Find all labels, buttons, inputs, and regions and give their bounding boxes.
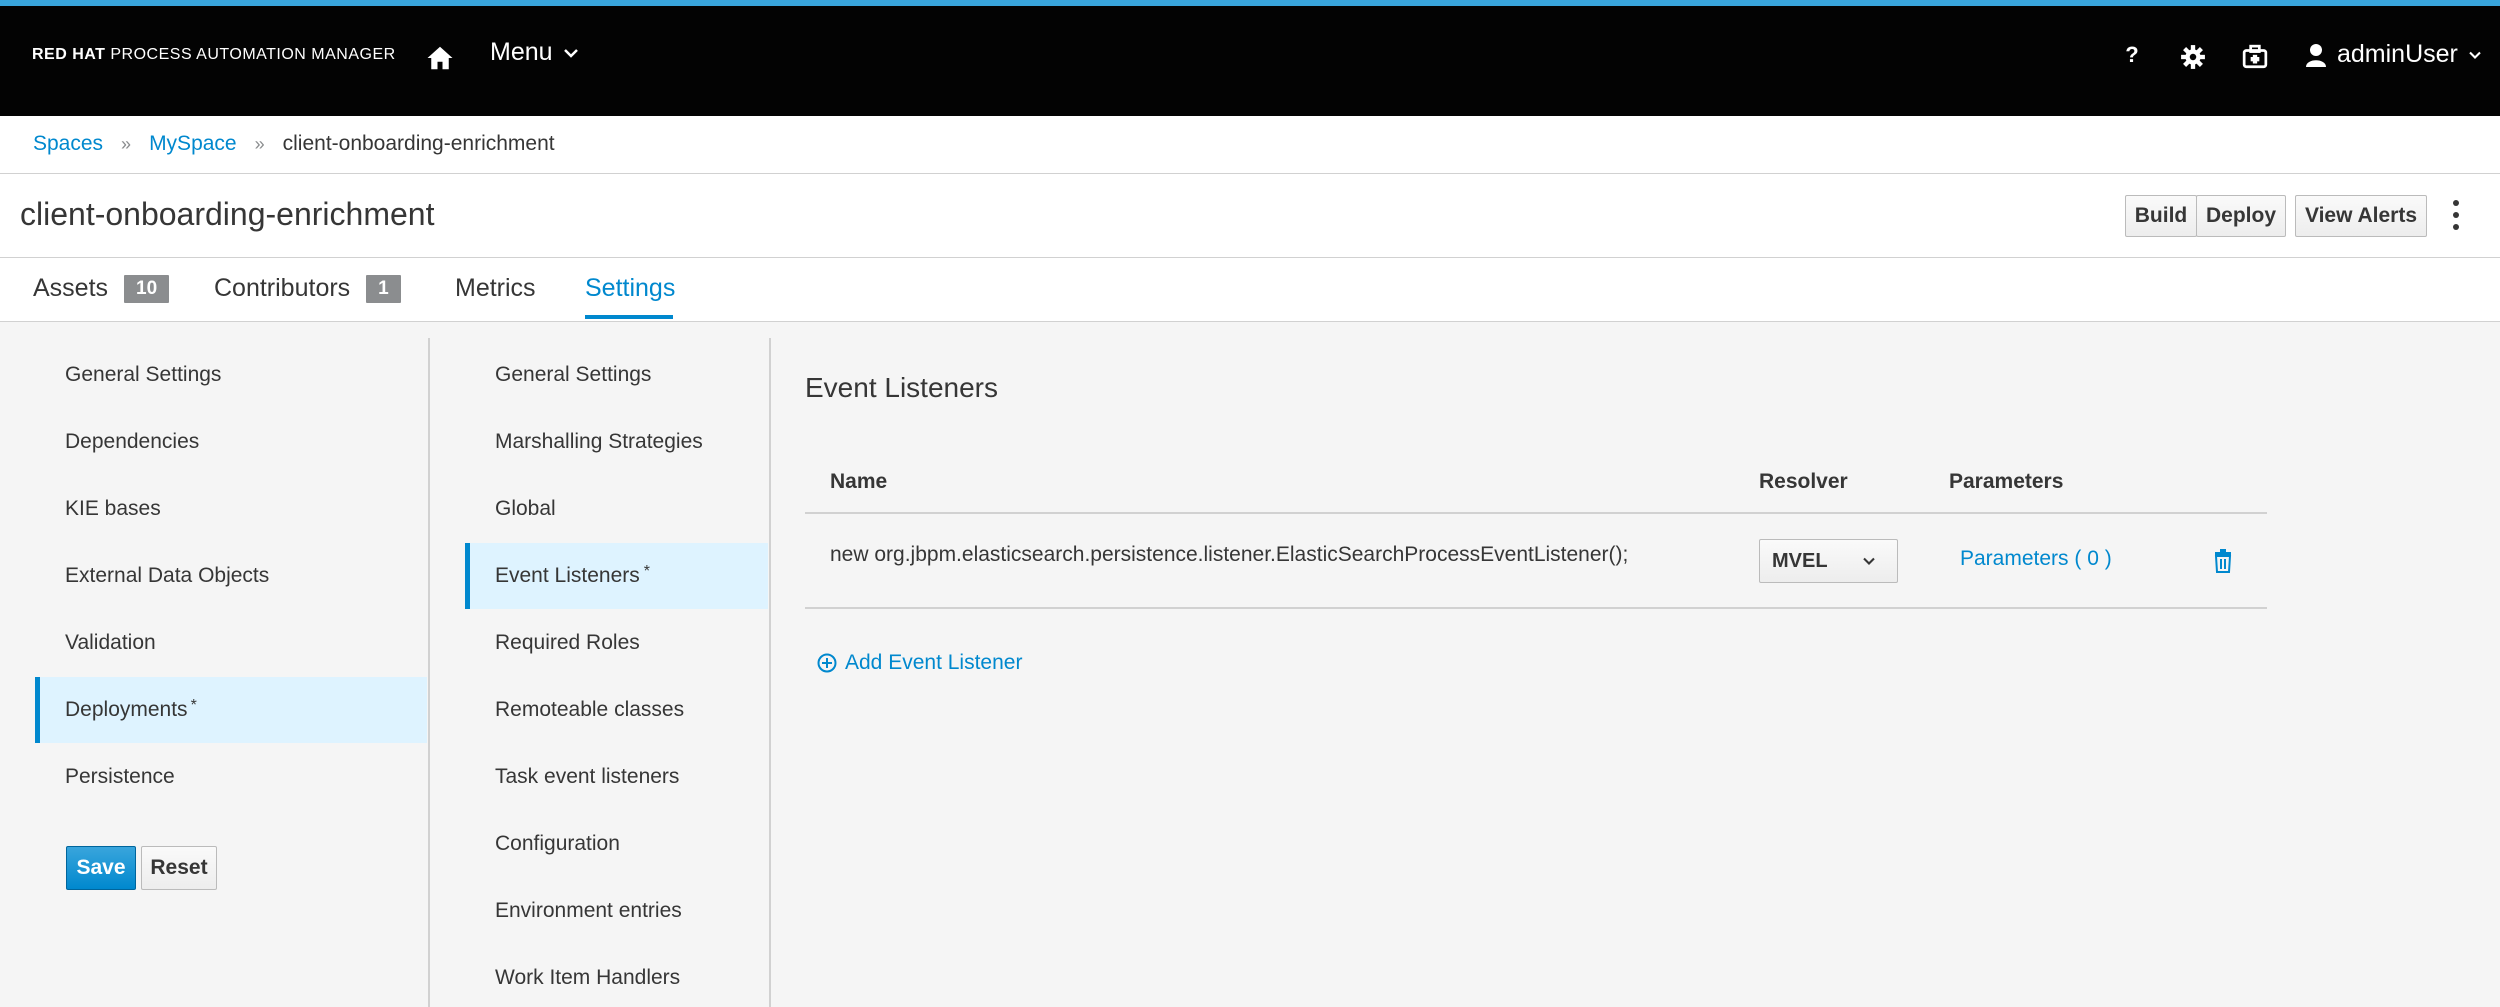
settings-nav-general-settings[interactable]: General Settings bbox=[35, 342, 427, 408]
tab-label: Settings bbox=[585, 274, 676, 302]
column-divider bbox=[428, 338, 430, 1007]
breadcrumb-current: client-onboarding-enrichment bbox=[282, 132, 555, 155]
tab-label: Contributors bbox=[214, 274, 351, 302]
tab-settings[interactable]: Settings bbox=[585, 274, 675, 303]
table-row-divider bbox=[805, 607, 2267, 609]
column-header-name: Name bbox=[830, 470, 888, 493]
deployments-nav-required-roles[interactable]: Required Roles bbox=[465, 610, 768, 676]
brand-logo[interactable]: RED HAT PROCESS AUTOMATION MANAGER bbox=[32, 46, 396, 64]
deployments-nav-label: Event Listeners bbox=[495, 564, 640, 587]
brand-product-text: PROCESS AUTOMATION MANAGER bbox=[105, 46, 396, 63]
tab-label: Metrics bbox=[455, 274, 536, 302]
count-badge: 1 bbox=[366, 274, 401, 303]
settings-nav-label: Deployments bbox=[65, 698, 188, 721]
tab-metrics[interactable]: Metrics bbox=[455, 274, 536, 303]
project-tabs: Assets 10 Contributors 1 Metrics Setting… bbox=[0, 258, 2500, 322]
parameters-link[interactable]: Parameters ( 0 ) bbox=[1960, 547, 2112, 571]
tab-contributors[interactable]: Contributors 1 bbox=[214, 274, 401, 303]
deployments-nav-remoteable-classes[interactable]: Remoteable classes bbox=[465, 677, 768, 743]
modified-marker: * bbox=[643, 563, 650, 580]
main-menu-button[interactable]: Menu bbox=[490, 38, 579, 67]
deployments-nav-global[interactable]: Global bbox=[465, 476, 768, 542]
gear-icon[interactable] bbox=[2180, 44, 2206, 70]
count-badge: 10 bbox=[124, 274, 170, 303]
plus-circle-icon bbox=[817, 653, 837, 673]
main-menu-label: Menu bbox=[490, 38, 553, 66]
settings-nav-deployments[interactable]: Deployments * bbox=[35, 677, 427, 743]
build-button[interactable]: Build bbox=[2125, 195, 2197, 237]
settings-nav-persistence[interactable]: Persistence bbox=[35, 744, 427, 810]
resolver-select[interactable]: MVEL bbox=[1759, 539, 1898, 583]
event-listener-name[interactable]: new org.jbpm.elasticsearch.persistence.l… bbox=[830, 543, 1628, 567]
brand-bold-text: RED HAT bbox=[32, 46, 106, 63]
user-name: adminUser bbox=[2337, 40, 2458, 68]
settings-nav-validation[interactable]: Validation bbox=[35, 610, 427, 676]
resolver-selected-value: MVEL bbox=[1772, 549, 1828, 572]
deployments-nav-marshalling-strategies[interactable]: Marshalling Strategies bbox=[465, 409, 768, 475]
trash-icon[interactable] bbox=[2213, 549, 2233, 573]
chevron-down-icon bbox=[1862, 557, 1875, 565]
top-navbar: RED HAT PROCESS AUTOMATION MANAGER Menu … bbox=[0, 6, 2500, 116]
add-event-listener-link[interactable]: Add Event Listener bbox=[817, 651, 1022, 675]
kebab-menu-icon[interactable] bbox=[2448, 200, 2464, 230]
settings-nav-external-data-objects[interactable]: External Data Objects bbox=[35, 543, 427, 609]
tab-label: Assets bbox=[33, 274, 109, 302]
breadcrumb: Spaces » MySpace » client-onboarding-enr… bbox=[33, 132, 555, 156]
deployments-nav-environment-entries[interactable]: Environment entries bbox=[465, 878, 768, 944]
settings-nav-dependencies[interactable]: Dependencies bbox=[35, 409, 427, 475]
home-icon[interactable] bbox=[425, 43, 455, 73]
user-icon bbox=[2306, 43, 2326, 67]
breadcrumb-separator-icon: » bbox=[121, 133, 132, 154]
deploy-button[interactable]: Deploy bbox=[2196, 195, 2286, 237]
reset-button[interactable]: Reset bbox=[141, 846, 217, 890]
project-title-bar: client-onboarding-enrichment Build Deplo… bbox=[0, 174, 2500, 258]
breadcrumb-spaces[interactable]: Spaces bbox=[33, 132, 103, 156]
deployments-nav-event-listeners[interactable]: Event Listeners * bbox=[465, 543, 768, 609]
case-management-icon[interactable] bbox=[2242, 44, 2268, 70]
breadcrumb-bar: Spaces » MySpace » client-onboarding-enr… bbox=[0, 116, 2500, 174]
active-tab-indicator bbox=[585, 315, 673, 319]
page-title: client-onboarding-enrichment bbox=[20, 196, 435, 232]
settings-nav-kie-bases[interactable]: KIE bases bbox=[35, 476, 427, 542]
chevron-down-icon bbox=[2469, 51, 2481, 59]
chevron-down-icon bbox=[563, 48, 578, 58]
breadcrumb-myspace[interactable]: MySpace bbox=[149, 132, 237, 156]
breadcrumb-separator-icon: » bbox=[254, 133, 265, 154]
column-header-resolver: Resolver bbox=[1759, 470, 1848, 493]
save-button[interactable]: Save bbox=[66, 846, 136, 890]
help-icon[interactable]: ? bbox=[2122, 42, 2142, 68]
column-divider bbox=[769, 338, 771, 1007]
view-alerts-button[interactable]: View Alerts bbox=[2295, 195, 2427, 237]
deployments-nav-configuration[interactable]: Configuration bbox=[465, 811, 768, 877]
column-header-parameters: Parameters bbox=[1949, 470, 2064, 493]
tab-assets[interactable]: Assets 10 bbox=[33, 274, 170, 303]
deployments-nav-work-item-handlers[interactable]: Work Item Handlers bbox=[465, 945, 768, 1007]
modified-marker: * bbox=[190, 697, 197, 714]
add-event-listener-label: Add Event Listener bbox=[845, 651, 1023, 674]
deployments-nav-task-event-listeners[interactable]: Task event listeners bbox=[465, 744, 768, 810]
table-header-divider bbox=[805, 512, 2267, 514]
user-menu[interactable]: adminUser bbox=[2305, 40, 2482, 69]
section-title: Event Listeners bbox=[805, 372, 998, 403]
deployments-nav-general-settings[interactable]: General Settings bbox=[465, 342, 768, 408]
